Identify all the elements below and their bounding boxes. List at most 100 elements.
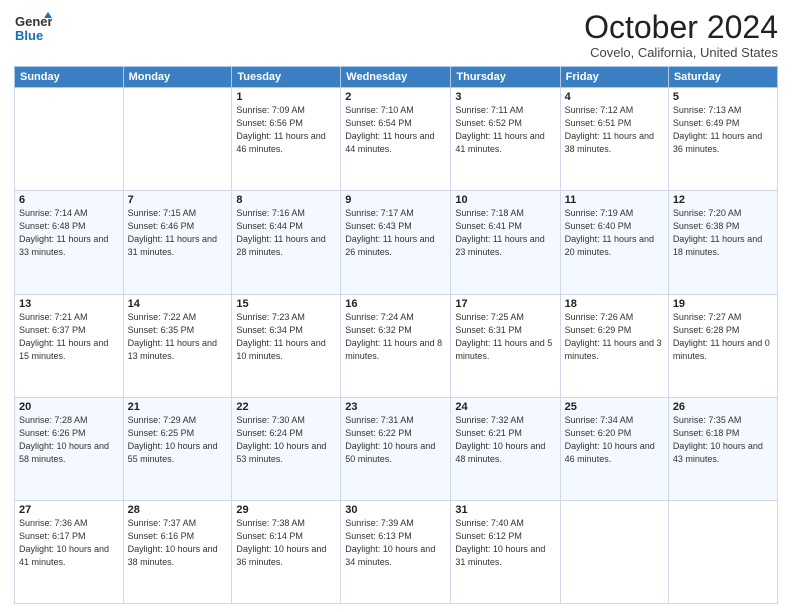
calendar-cell: 21Sunrise: 7:29 AMSunset: 6:25 PMDayligh… xyxy=(123,397,232,500)
day-number: 1 xyxy=(236,91,336,103)
day-info: Sunrise: 7:28 AMSunset: 6:26 PMDaylight:… xyxy=(19,414,119,466)
calendar-cell: 15Sunrise: 7:23 AMSunset: 6:34 PMDayligh… xyxy=(232,294,341,397)
day-number: 18 xyxy=(565,298,664,310)
calendar-cell: 13Sunrise: 7:21 AMSunset: 6:37 PMDayligh… xyxy=(15,294,124,397)
day-info: Sunrise: 7:31 AMSunset: 6:22 PMDaylight:… xyxy=(345,414,446,466)
day-number: 5 xyxy=(673,91,773,103)
day-number: 14 xyxy=(128,298,228,310)
weekday-header: Friday xyxy=(560,67,668,88)
day-number: 2 xyxy=(345,91,446,103)
calendar-cell: 17Sunrise: 7:25 AMSunset: 6:31 PMDayligh… xyxy=(451,294,560,397)
calendar-cell: 7Sunrise: 7:15 AMSunset: 6:46 PMDaylight… xyxy=(123,191,232,294)
day-info: Sunrise: 7:37 AMSunset: 6:16 PMDaylight:… xyxy=(128,517,228,569)
calendar-cell: 14Sunrise: 7:22 AMSunset: 6:35 PMDayligh… xyxy=(123,294,232,397)
calendar-week-row: 6Sunrise: 7:14 AMSunset: 6:48 PMDaylight… xyxy=(15,191,778,294)
logo-svg: General Blue xyxy=(14,10,52,48)
day-info: Sunrise: 7:17 AMSunset: 6:43 PMDaylight:… xyxy=(345,207,446,259)
day-info: Sunrise: 7:24 AMSunset: 6:32 PMDaylight:… xyxy=(345,311,446,363)
day-number: 12 xyxy=(673,194,773,206)
weekday-header: Saturday xyxy=(668,67,777,88)
day-number: 4 xyxy=(565,91,664,103)
calendar-cell: 8Sunrise: 7:16 AMSunset: 6:44 PMDaylight… xyxy=(232,191,341,294)
day-info: Sunrise: 7:18 AMSunset: 6:41 PMDaylight:… xyxy=(455,207,555,259)
day-number: 13 xyxy=(19,298,119,310)
day-info: Sunrise: 7:38 AMSunset: 6:14 PMDaylight:… xyxy=(236,517,336,569)
day-info: Sunrise: 7:16 AMSunset: 6:44 PMDaylight:… xyxy=(236,207,336,259)
calendar-cell: 30Sunrise: 7:39 AMSunset: 6:13 PMDayligh… xyxy=(341,500,451,603)
day-info: Sunrise: 7:19 AMSunset: 6:40 PMDaylight:… xyxy=(565,207,664,259)
calendar-cell: 23Sunrise: 7:31 AMSunset: 6:22 PMDayligh… xyxy=(341,397,451,500)
subtitle: Covelo, California, United States xyxy=(584,45,778,60)
day-info: Sunrise: 7:22 AMSunset: 6:35 PMDaylight:… xyxy=(128,311,228,363)
day-info: Sunrise: 7:10 AMSunset: 6:54 PMDaylight:… xyxy=(345,104,446,156)
day-info: Sunrise: 7:36 AMSunset: 6:17 PMDaylight:… xyxy=(19,517,119,569)
day-info: Sunrise: 7:30 AMSunset: 6:24 PMDaylight:… xyxy=(236,414,336,466)
calendar-cell: 24Sunrise: 7:32 AMSunset: 6:21 PMDayligh… xyxy=(451,397,560,500)
calendar-cell xyxy=(15,88,124,191)
day-number: 28 xyxy=(128,504,228,516)
day-number: 17 xyxy=(455,298,555,310)
weekday-header: Thursday xyxy=(451,67,560,88)
calendar-week-row: 27Sunrise: 7:36 AMSunset: 6:17 PMDayligh… xyxy=(15,500,778,603)
day-number: 22 xyxy=(236,401,336,413)
calendar-cell: 3Sunrise: 7:11 AMSunset: 6:52 PMDaylight… xyxy=(451,88,560,191)
day-number: 15 xyxy=(236,298,336,310)
day-info: Sunrise: 7:39 AMSunset: 6:13 PMDaylight:… xyxy=(345,517,446,569)
day-number: 8 xyxy=(236,194,336,206)
day-number: 6 xyxy=(19,194,119,206)
calendar-cell: 11Sunrise: 7:19 AMSunset: 6:40 PMDayligh… xyxy=(560,191,668,294)
day-info: Sunrise: 7:14 AMSunset: 6:48 PMDaylight:… xyxy=(19,207,119,259)
weekday-header: Sunday xyxy=(15,67,124,88)
weekday-header: Monday xyxy=(123,67,232,88)
title-block: October 2024 Covelo, California, United … xyxy=(584,10,778,60)
day-number: 25 xyxy=(565,401,664,413)
calendar-week-row: 13Sunrise: 7:21 AMSunset: 6:37 PMDayligh… xyxy=(15,294,778,397)
day-number: 23 xyxy=(345,401,446,413)
day-number: 7 xyxy=(128,194,228,206)
calendar-cell: 31Sunrise: 7:40 AMSunset: 6:12 PMDayligh… xyxy=(451,500,560,603)
calendar-cell xyxy=(123,88,232,191)
day-number: 19 xyxy=(673,298,773,310)
day-number: 10 xyxy=(455,194,555,206)
calendar-cell: 18Sunrise: 7:26 AMSunset: 6:29 PMDayligh… xyxy=(560,294,668,397)
day-info: Sunrise: 7:15 AMSunset: 6:46 PMDaylight:… xyxy=(128,207,228,259)
day-number: 26 xyxy=(673,401,773,413)
day-info: Sunrise: 7:23 AMSunset: 6:34 PMDaylight:… xyxy=(236,311,336,363)
day-number: 29 xyxy=(236,504,336,516)
day-info: Sunrise: 7:32 AMSunset: 6:21 PMDaylight:… xyxy=(455,414,555,466)
day-info: Sunrise: 7:09 AMSunset: 6:56 PMDaylight:… xyxy=(236,104,336,156)
main-title: October 2024 xyxy=(584,10,778,45)
day-number: 16 xyxy=(345,298,446,310)
day-info: Sunrise: 7:20 AMSunset: 6:38 PMDaylight:… xyxy=(673,207,773,259)
calendar-cell: 5Sunrise: 7:13 AMSunset: 6:49 PMDaylight… xyxy=(668,88,777,191)
day-number: 24 xyxy=(455,401,555,413)
day-number: 30 xyxy=(345,504,446,516)
calendar-cell: 9Sunrise: 7:17 AMSunset: 6:43 PMDaylight… xyxy=(341,191,451,294)
logo: General Blue xyxy=(14,10,52,48)
calendar-cell: 19Sunrise: 7:27 AMSunset: 6:28 PMDayligh… xyxy=(668,294,777,397)
day-info: Sunrise: 7:12 AMSunset: 6:51 PMDaylight:… xyxy=(565,104,664,156)
day-number: 11 xyxy=(565,194,664,206)
calendar-cell: 29Sunrise: 7:38 AMSunset: 6:14 PMDayligh… xyxy=(232,500,341,603)
day-info: Sunrise: 7:21 AMSunset: 6:37 PMDaylight:… xyxy=(19,311,119,363)
calendar-cell: 20Sunrise: 7:28 AMSunset: 6:26 PMDayligh… xyxy=(15,397,124,500)
day-info: Sunrise: 7:29 AMSunset: 6:25 PMDaylight:… xyxy=(128,414,228,466)
day-info: Sunrise: 7:13 AMSunset: 6:49 PMDaylight:… xyxy=(673,104,773,156)
calendar-week-row: 20Sunrise: 7:28 AMSunset: 6:26 PMDayligh… xyxy=(15,397,778,500)
calendar-cell: 6Sunrise: 7:14 AMSunset: 6:48 PMDaylight… xyxy=(15,191,124,294)
day-info: Sunrise: 7:34 AMSunset: 6:20 PMDaylight:… xyxy=(565,414,664,466)
calendar-cell: 4Sunrise: 7:12 AMSunset: 6:51 PMDaylight… xyxy=(560,88,668,191)
weekday-header: Tuesday xyxy=(232,67,341,88)
day-info: Sunrise: 7:40 AMSunset: 6:12 PMDaylight:… xyxy=(455,517,555,569)
day-info: Sunrise: 7:35 AMSunset: 6:18 PMDaylight:… xyxy=(673,414,773,466)
calendar-cell xyxy=(560,500,668,603)
day-info: Sunrise: 7:27 AMSunset: 6:28 PMDaylight:… xyxy=(673,311,773,363)
calendar-cell: 25Sunrise: 7:34 AMSunset: 6:20 PMDayligh… xyxy=(560,397,668,500)
weekday-header-row: SundayMondayTuesdayWednesdayThursdayFrid… xyxy=(15,67,778,88)
calendar-cell: 28Sunrise: 7:37 AMSunset: 6:16 PMDayligh… xyxy=(123,500,232,603)
day-number: 9 xyxy=(345,194,446,206)
day-number: 20 xyxy=(19,401,119,413)
day-info: Sunrise: 7:26 AMSunset: 6:29 PMDaylight:… xyxy=(565,311,664,363)
weekday-header: Wednesday xyxy=(341,67,451,88)
calendar-cell: 26Sunrise: 7:35 AMSunset: 6:18 PMDayligh… xyxy=(668,397,777,500)
